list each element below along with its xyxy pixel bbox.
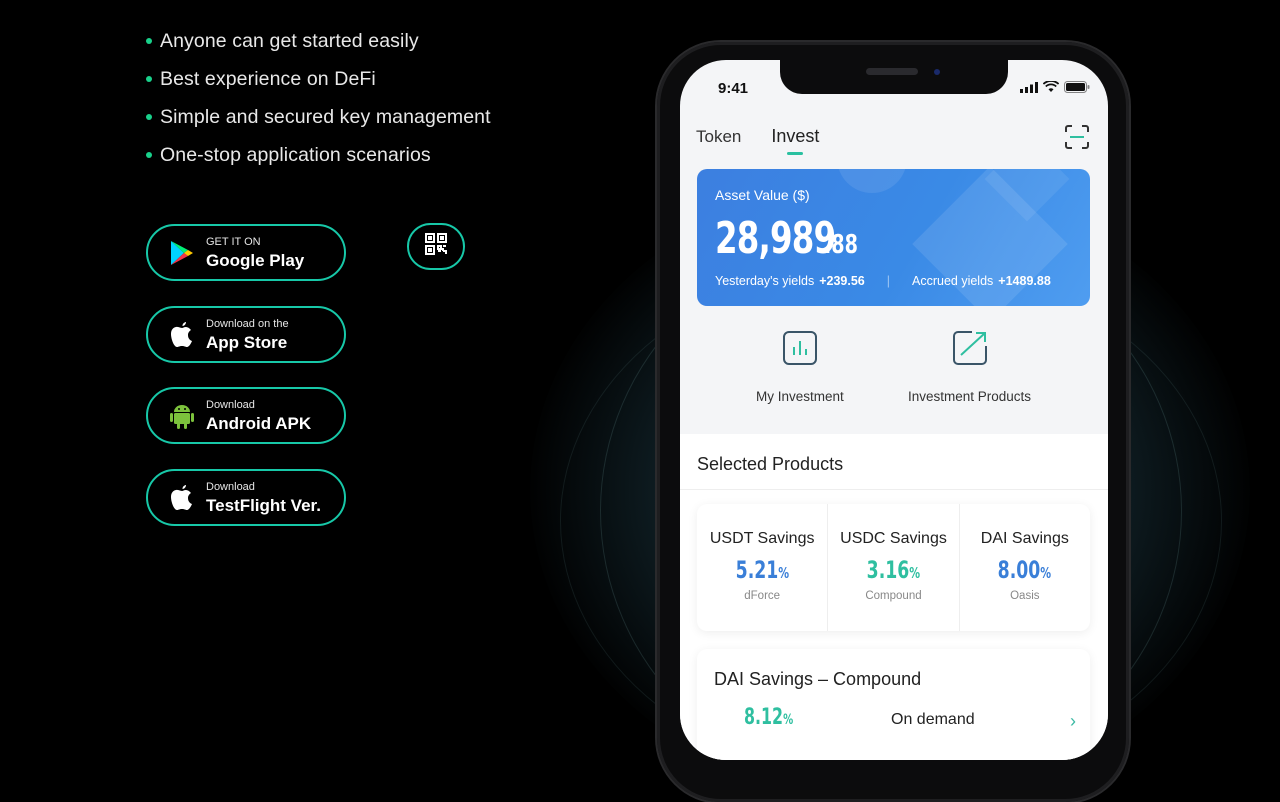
android-apk-button[interactable]: Download Android APK (146, 387, 346, 444)
bullet-icon (146, 152, 152, 158)
tab-invest[interactable]: Invest (771, 126, 819, 155)
my-investment-label: My Investment (756, 389, 844, 404)
chevron-right-icon[interactable]: › (1070, 711, 1076, 732)
phone-notch (780, 60, 1008, 94)
android-apk-small-label: Download (206, 398, 255, 411)
products-card: USDT Savings 5.21% dForce USDC Savings 3… (697, 504, 1090, 631)
accrued-yields-value: +1489.88 (998, 274, 1051, 288)
signal-icon (1020, 80, 1038, 98)
feature-list: Anyone can get started easily Best exper… (146, 22, 491, 174)
app-store-small-label: Download on the (206, 317, 289, 330)
investment-products-label: Investment Products (908, 389, 1032, 404)
product-name: DAI Savings (980, 530, 1069, 547)
product-usdc-savings[interactable]: USDC Savings 3.16% Compound (827, 504, 958, 631)
product-dai-savings[interactable]: DAI Savings 8.00% Oasis (958, 504, 1090, 631)
asset-card[interactable]: Asset Value ($) 28,989.88 Yesterday's yi… (697, 169, 1090, 306)
testflight-label: TestFlight Ver. (206, 495, 321, 515)
phone-screen: 9:41 Token Invest Asset Value ($) 28,989… (680, 60, 1108, 760)
testflight-button[interactable]: Download TestFlight Ver. (146, 469, 346, 526)
google-play-icon (168, 239, 196, 267)
bullet-icon (146, 114, 152, 120)
my-investment-button[interactable]: My Investment (756, 330, 844, 404)
status-time: 9:41 (718, 80, 749, 97)
feature-item: Best experience on DeFi (146, 60, 491, 98)
product-rate: 8.00% (998, 556, 1052, 584)
android-apk-label: Android APK (206, 413, 312, 433)
product-name: USDT Savings (709, 530, 815, 547)
yesterday-yields-label: Yesterday's yields (715, 274, 815, 288)
android-icon (168, 402, 196, 430)
divider (680, 489, 1108, 490)
qr-code-button[interactable] (407, 223, 465, 270)
product-rate: 5.21% (735, 556, 789, 584)
selected-products-title: Selected Products (697, 454, 844, 474)
yesterday-yields-value: +239.56 (819, 274, 865, 288)
detail-title: DAI Savings – Compound (714, 669, 922, 689)
asset-value: 28,989.88 (715, 213, 865, 264)
asset-value-decimal: .88 (823, 230, 858, 260)
feature-item: Simple and secured key management (146, 98, 491, 136)
feature-item: One-stop application scenarios (146, 136, 491, 174)
status-icons (1020, 80, 1090, 98)
feature-item: Anyone can get started easily (146, 22, 491, 60)
product-name: USDC Savings (840, 530, 947, 547)
bullet-icon (146, 38, 152, 44)
accrued-yields-label: Accrued yields (912, 274, 994, 288)
product-detail-card[interactable]: DAI Savings – Compound 8.12% On demand › (697, 649, 1090, 760)
wifi-icon (1042, 80, 1060, 98)
app-store-label: App Store (206, 332, 288, 352)
bar-chart-icon (782, 330, 818, 371)
google-play-button[interactable]: GET IT ON Google Play (146, 224, 346, 281)
yields-row: Yesterday's yields +239.56 | Accrued yie… (715, 274, 1075, 288)
product-source: dForce (744, 590, 781, 602)
detail-term: On demand (891, 711, 975, 728)
apple-icon (168, 484, 196, 512)
apple-icon (168, 321, 196, 349)
detail-rate: 8.12% (744, 705, 794, 730)
front-camera (934, 69, 940, 75)
google-play-label: Google Play (206, 250, 305, 270)
app-store-button[interactable]: Download on the App Store (146, 306, 346, 363)
product-rate: 3.16% (866, 556, 921, 584)
speaker (866, 68, 918, 75)
product-source: Oasis (1010, 590, 1040, 602)
investment-products-button[interactable]: Investment Products (908, 330, 1031, 404)
card-decoration (837, 169, 907, 193)
product-usdt-savings[interactable]: USDT Savings 5.21% dForce (697, 504, 827, 631)
battery-icon (1064, 80, 1090, 98)
yields-divider: | (886, 274, 890, 288)
products-section: Selected Products USDT Savings 5.21% dFo… (680, 434, 1108, 760)
quick-actions: My Investment Investment Products (680, 330, 1108, 410)
google-play-small-label: GET IT ON (206, 235, 261, 248)
tab-token[interactable]: Token (696, 127, 741, 147)
asset-value-label: Asset Value ($) (715, 187, 810, 203)
asset-value-integer: 28,989 (715, 213, 836, 264)
trend-up-icon (952, 330, 988, 371)
scan-icon[interactable] (1064, 124, 1090, 155)
product-source: Compound (865, 590, 922, 602)
testflight-small-label: Download (206, 480, 255, 493)
top-tabs: Token Invest (696, 126, 819, 155)
bullet-icon (146, 76, 152, 82)
qr-code-icon (424, 232, 448, 261)
